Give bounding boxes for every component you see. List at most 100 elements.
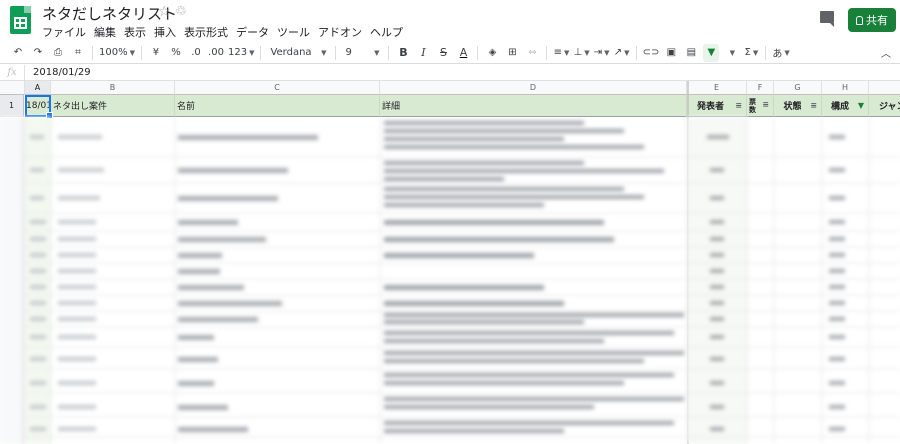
- more-formats-select[interactable]: 123 ▼: [228, 44, 254, 62]
- header-cell-neta-case[interactable]: ネタ出し案件: [51, 95, 175, 117]
- menu-edit[interactable]: 編集: [90, 24, 120, 40]
- insert-comment-icon[interactable]: ▣: [663, 44, 679, 62]
- column-header-h[interactable]: H: [822, 81, 869, 95]
- header-cell-votes[interactable]: 票数 ≡: [747, 95, 774, 117]
- menu-data[interactable]: データ: [232, 24, 273, 40]
- selected-cell-cursor: [25, 95, 53, 119]
- divider: [260, 45, 262, 60]
- row-number-1[interactable]: 1: [0, 95, 24, 117]
- column-header-b[interactable]: B: [51, 81, 175, 95]
- column-header-c[interactable]: C: [175, 81, 380, 95]
- insert-link-icon[interactable]: ⊂⊃: [643, 44, 660, 62]
- date-column-fill: [25, 117, 51, 444]
- strikethrough-button[interactable]: S: [435, 44, 451, 62]
- insert-chart-icon[interactable]: ▤: [683, 44, 699, 62]
- functions-icon[interactable]: Σ ▼: [743, 44, 759, 62]
- formula-bar: fx 2018/01/29: [0, 65, 900, 81]
- title-bar: ネタだしネタリスト ☆ ♲ ファイル 編集 表示 挿入 表示形式 データ ツール…: [0, 0, 900, 42]
- zoom-select[interactable]: 100% ▼: [99, 44, 135, 62]
- chevron-down-icon: ▼: [321, 48, 327, 57]
- divider: [140, 45, 142, 60]
- presenter-column-fill: [687, 117, 747, 444]
- chevron-down-icon: ▼: [584, 48, 590, 57]
- chevron-down-icon: ▼: [784, 48, 790, 57]
- text-color-button[interactable]: A: [455, 44, 471, 62]
- select-all-corner[interactable]: [0, 81, 25, 95]
- header-cell-genre[interactable]: ジャン: [869, 95, 900, 117]
- menu-format[interactable]: 表示形式: [180, 24, 232, 40]
- divider: [92, 45, 93, 60]
- divider: [635, 45, 637, 60]
- increase-decimal-button[interactable]: .00: [208, 44, 224, 62]
- paint-format-icon[interactable]: ⌗: [70, 44, 86, 62]
- menu-addons[interactable]: アドオン: [314, 24, 366, 40]
- fill-color-icon[interactable]: ◈: [484, 44, 500, 62]
- borders-icon[interactable]: ⊞: [504, 44, 520, 62]
- header-cell-status[interactable]: 状態 ≡: [774, 95, 822, 117]
- header-label-votes: 票数: [749, 97, 756, 114]
- menu-view[interactable]: 表示: [120, 24, 150, 40]
- redo-icon[interactable]: ↷: [30, 44, 46, 62]
- horizontal-align-icon[interactable]: ≡ ▼: [553, 44, 570, 62]
- column-header-f[interactable]: F: [747, 81, 774, 95]
- font-size-label: 9: [345, 47, 352, 58]
- divider: [765, 45, 767, 60]
- share-button[interactable]: 共有: [848, 8, 896, 32]
- collapse-menu-icon[interactable]: ︿: [878, 44, 894, 62]
- undo-icon[interactable]: ↶: [10, 44, 26, 62]
- print-icon[interactable]: ⎙: [50, 44, 66, 62]
- chevron-down-icon: ▼: [249, 48, 255, 57]
- document-title[interactable]: ネタだしネタリスト: [42, 3, 177, 24]
- font-select[interactable]: Verdana ▼: [267, 44, 329, 62]
- lock-icon: [856, 15, 863, 25]
- header-cell-name[interactable]: 名前: [175, 95, 380, 117]
- percent-format-button[interactable]: %: [168, 44, 184, 62]
- font-size-select[interactable]: 9 ▼: [342, 44, 382, 62]
- merge-cells-icon[interactable]: ⇔: [524, 44, 540, 62]
- comments-icon[interactable]: [820, 11, 834, 27]
- column-header-g[interactable]: G: [774, 81, 822, 95]
- number-format-label: 123: [227, 47, 248, 58]
- sheets-logo-icon[interactable]: [10, 6, 31, 34]
- input-tools-button[interactable]: あ ▼: [772, 44, 789, 62]
- divider: [335, 45, 337, 60]
- filter-list-icon[interactable]: ≡: [810, 101, 817, 110]
- star-icon[interactable]: ☆: [158, 4, 171, 20]
- chevron-down-icon: ▼: [624, 48, 630, 57]
- italic-button[interactable]: I: [415, 44, 431, 62]
- column-header-e[interactable]: E: [687, 81, 747, 95]
- blurred-data-area: [24, 117, 900, 444]
- chevron-down-icon: ▼: [729, 48, 736, 57]
- formula-input[interactable]: 2018/01/29: [24, 65, 91, 80]
- currency-format-button[interactable]: ¥: [148, 44, 164, 62]
- header-label-structure: 構成: [830, 102, 849, 112]
- header-cell-presenter[interactable]: 発表者 ≡: [687, 95, 747, 117]
- column-header-a[interactable]: A: [25, 81, 51, 95]
- text-wrapping-icon[interactable]: ⇥ ▼: [594, 44, 610, 62]
- vertical-align-icon[interactable]: ⊥ ▼: [573, 44, 589, 62]
- toolbar: ↶ ↷ ⎙ ⌗ 100% ▼ ¥ % .0 .00 123 ▼ Verdana ▼ 9…: [0, 42, 900, 64]
- menu-bar: ファイル 編集 表示 挿入 表示形式 データ ツール アドオン ヘルプ: [38, 24, 407, 40]
- function-icon: fx: [7, 67, 17, 78]
- bold-button[interactable]: B: [395, 44, 411, 62]
- header-cell-details[interactable]: 詳細: [380, 95, 687, 117]
- menu-insert[interactable]: 挿入: [150, 24, 180, 40]
- filter-list-icon[interactable]: ≡: [762, 101, 769, 109]
- decrease-decimal-button[interactable]: .0: [188, 44, 204, 62]
- column-header-i[interactable]: [869, 81, 900, 95]
- blurred-rows: [24, 117, 900, 444]
- menu-tools[interactable]: ツール: [273, 24, 314, 40]
- filter-active-icon[interactable]: ▼: [858, 101, 864, 110]
- filter-views-icon[interactable]: ▼: [723, 44, 739, 62]
- menu-file[interactable]: ファイル: [38, 24, 90, 40]
- divider: [388, 45, 390, 60]
- move-to-folder-icon[interactable]: ♲: [175, 4, 187, 19]
- header-cell-structure[interactable]: 構成 ▼: [822, 95, 869, 117]
- filter-list-icon[interactable]: ≡: [735, 101, 742, 110]
- input-tools-label: あ: [772, 49, 783, 60]
- filter-icon[interactable]: ▼: [703, 43, 720, 62]
- menu-help[interactable]: ヘルプ: [366, 24, 407, 40]
- row-number-strip[interactable]: [0, 117, 24, 444]
- text-rotation-icon[interactable]: ↗ ▼: [614, 44, 630, 62]
- column-header-d[interactable]: D: [380, 81, 687, 95]
